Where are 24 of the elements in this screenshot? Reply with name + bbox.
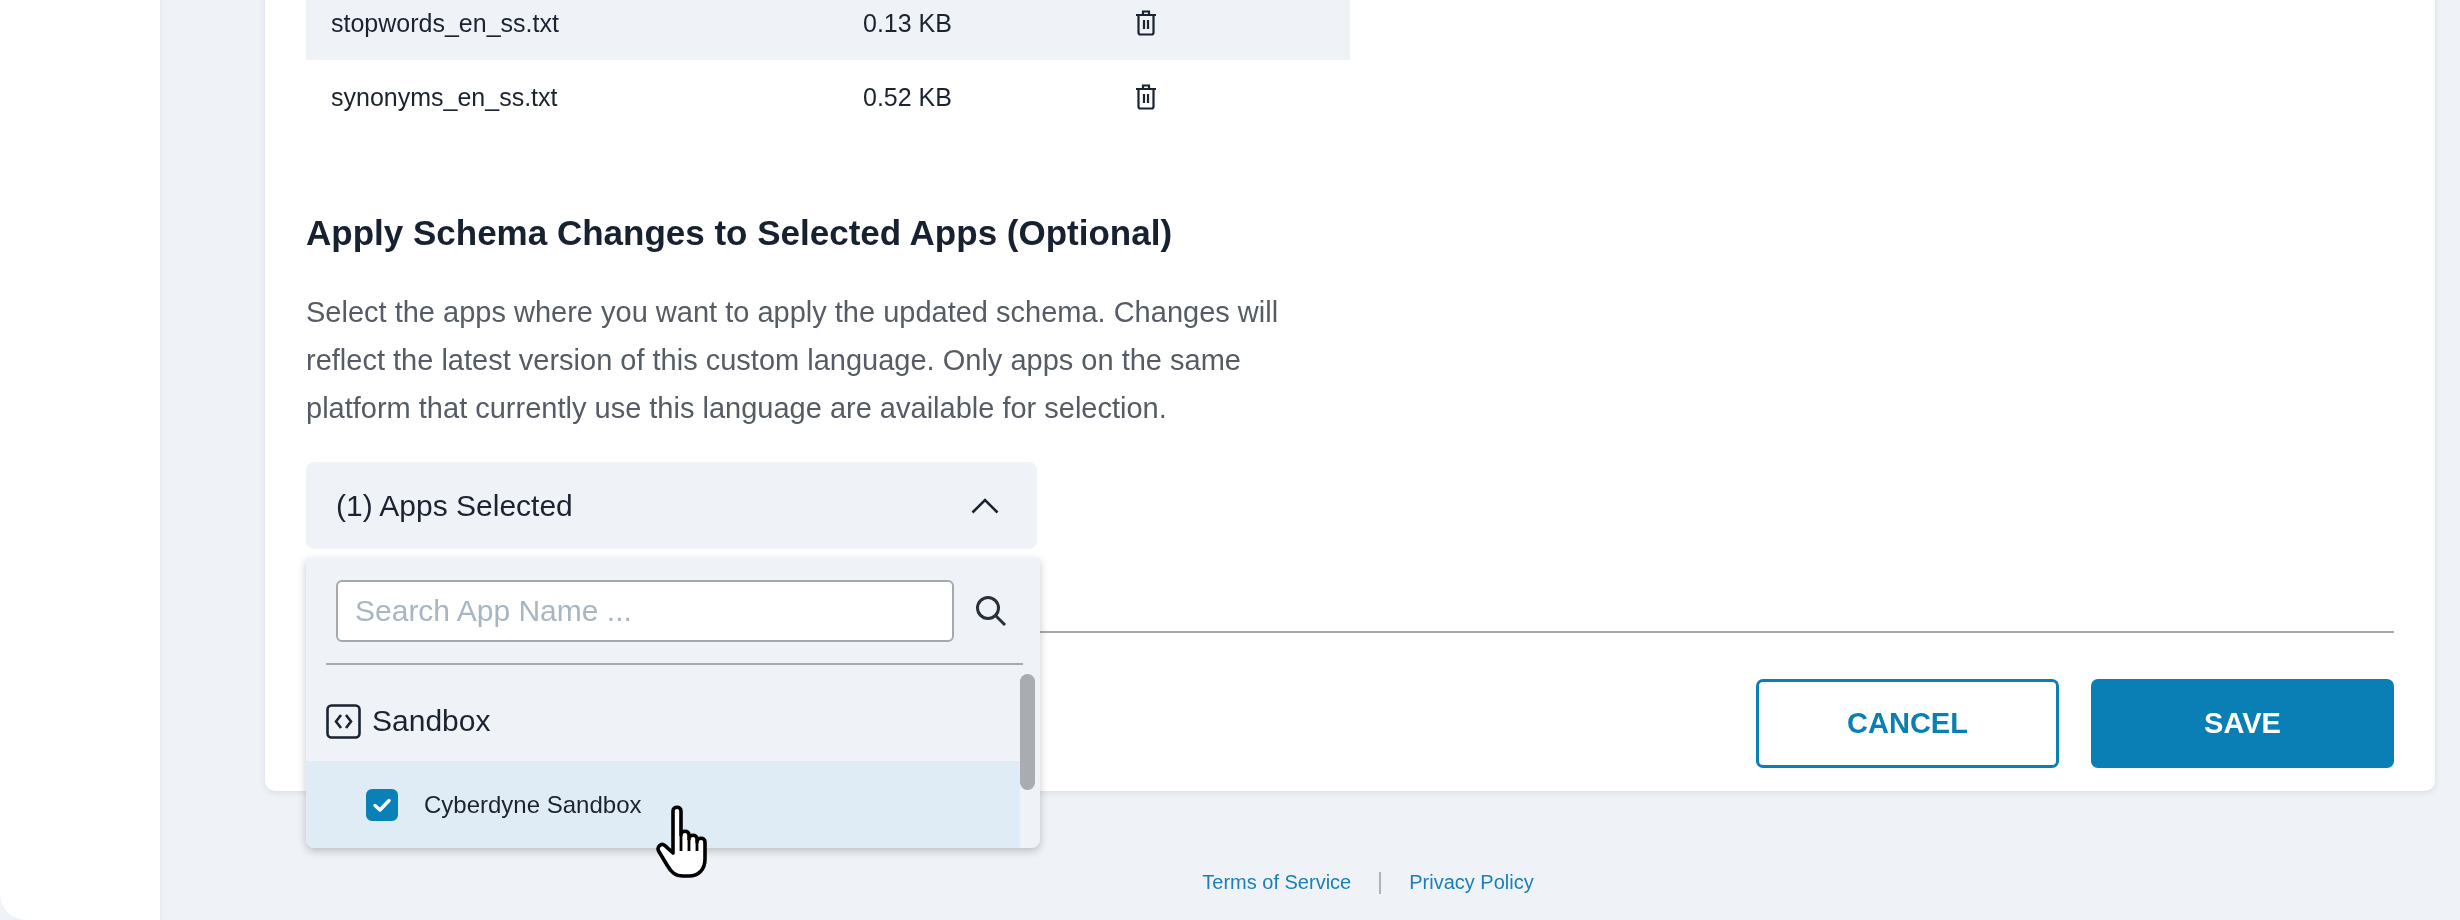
trash-icon <box>1135 10 1157 36</box>
app-option[interactable]: Cyberdyne Sandbox <box>306 761 1020 848</box>
file-size: 0.52 KB <box>863 82 952 112</box>
search-field[interactable]: Search App Name ... <box>336 580 954 642</box>
delete-button[interactable] <box>1135 10 1157 36</box>
footer-link[interactable]: Terms of Service <box>1202 871 1352 894</box>
scrollbar-thumb[interactable] <box>1020 674 1035 790</box>
app-name: Cyberdyne Sandbox <box>424 790 642 819</box>
footer-link[interactable]: Privacy Policy <box>1409 871 1534 894</box>
save-button[interactable]: SAVE <box>2091 679 2394 768</box>
group-label: Sandbox <box>372 704 491 738</box>
cancel-button[interactable]: CANCEL <box>1756 679 2059 768</box>
code-icon <box>326 703 361 739</box>
search-icon[interactable] <box>975 595 1007 627</box>
chevron-up-icon <box>971 497 999 514</box>
file-name: synonyms_en_ss.txt <box>331 82 558 112</box>
checkbox[interactable] <box>366 788 398 821</box>
file-name: stopwords_en_ss.txt <box>331 8 559 38</box>
file-size: 0.13 KB <box>863 8 952 38</box>
section-title: Apply Schema Changes to Selected Apps (Optional) <box>306 212 1173 254</box>
apps-dropdown[interactable]: (1) Apps Selected <box>306 462 1037 549</box>
section-description: Select the apps where you want to apply the updated schema. Changes will reflect the latest version of this custom language. Only apps on the same platform that currently use this language are available for selection. <box>306 295 1280 426</box>
trash-icon <box>1135 84 1157 110</box>
delete-button[interactable] <box>1135 84 1157 110</box>
